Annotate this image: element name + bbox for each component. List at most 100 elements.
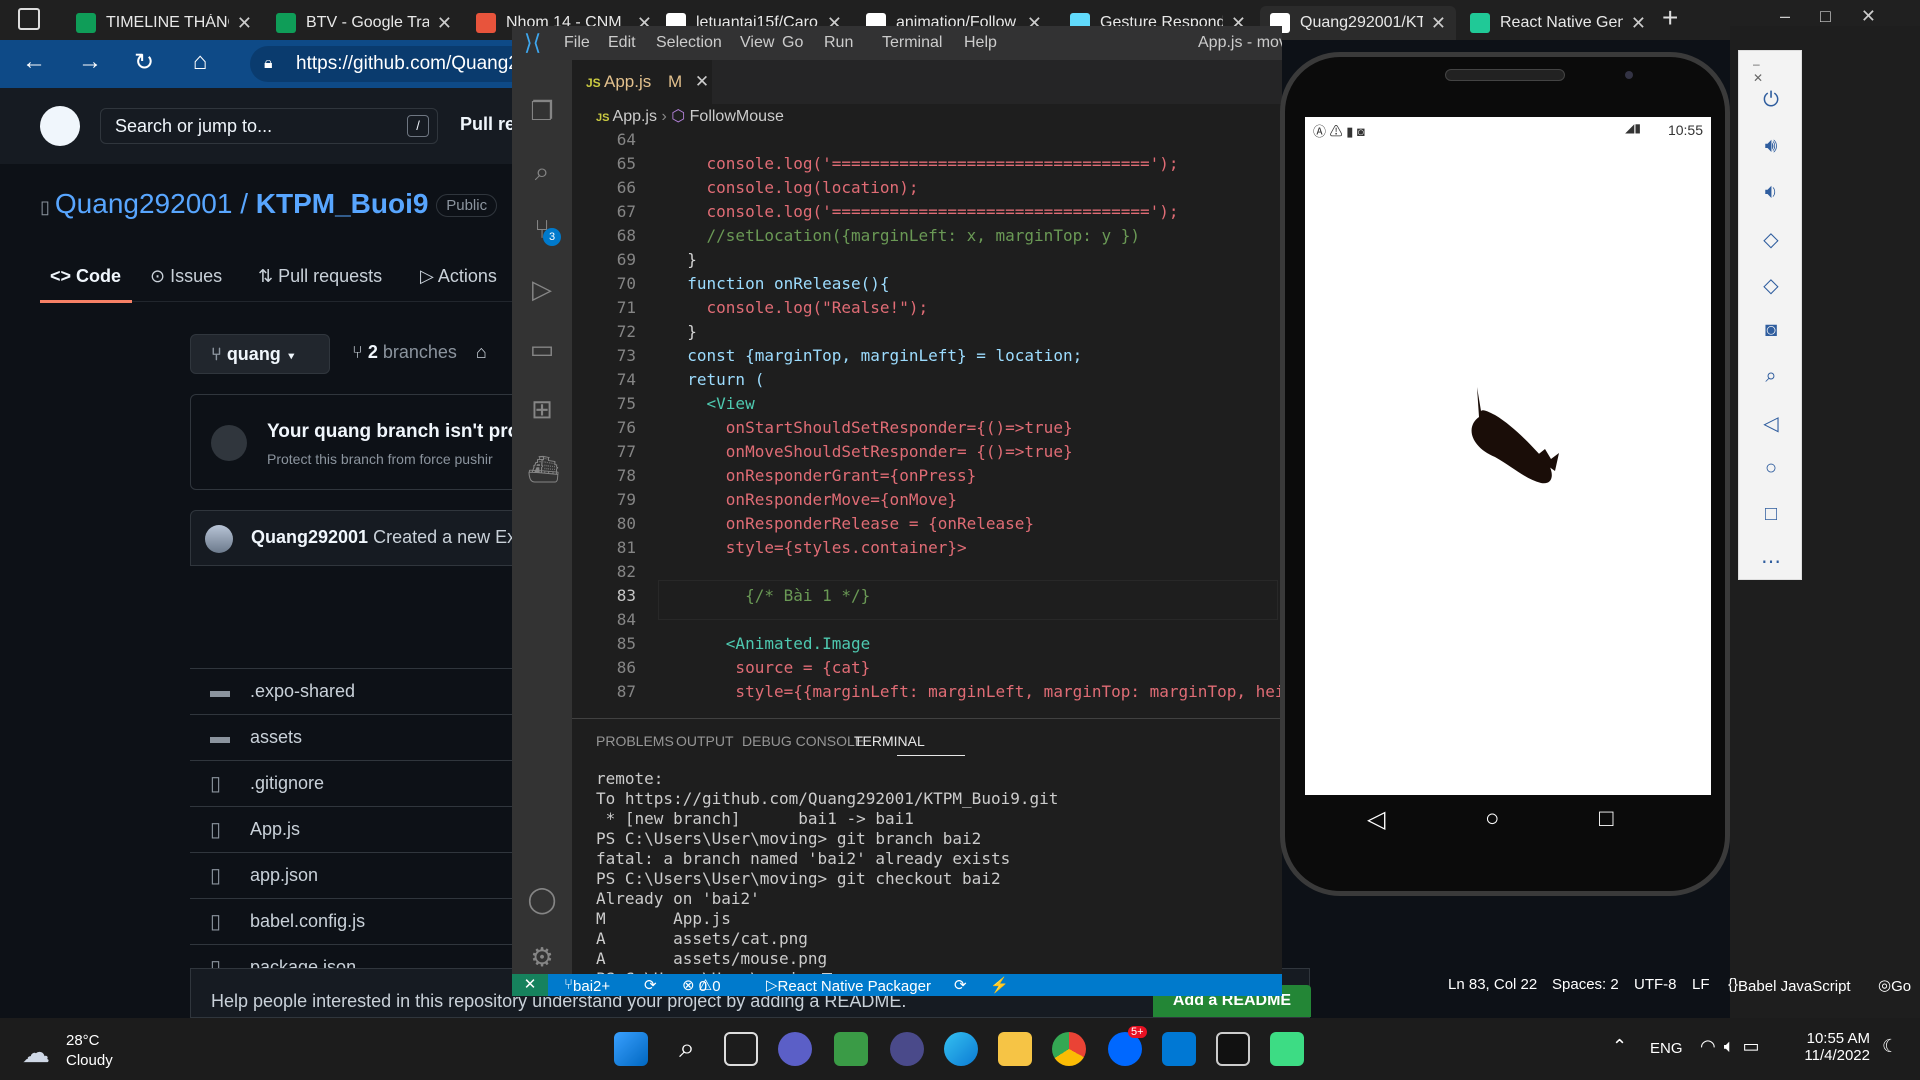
account-icon[interactable]: ◯ (527, 884, 557, 914)
panel-tab[interactable]: OUTPUT (676, 733, 734, 749)
start-icon[interactable] (614, 1032, 648, 1066)
app-icon[interactable] (834, 1032, 868, 1066)
file-row[interactable]: ▯ .gitignore (190, 760, 520, 806)
nav-recents-icon[interactable]: □ (1599, 805, 1614, 833)
packager-status[interactable]: ▷ React Native Packager (766, 976, 931, 995)
encoding[interactable]: UTF-8 (1634, 976, 1677, 993)
go-live[interactable]: ◎ Go (1878, 976, 1911, 995)
refresh-icon[interactable]: ⟳ (954, 976, 967, 994)
remote-explorer-icon[interactable]: ▭ (527, 334, 557, 364)
file-row[interactable]: ▯ babel.config.js (190, 898, 520, 944)
browser-tab[interactable]: BTV - Google Trar ✕ (266, 6, 462, 40)
explorer-icon[interactable]: ❐ (527, 96, 557, 126)
edge-icon[interactable] (944, 1032, 978, 1066)
address-bar[interactable]: 🔒︎ https://github.com/Quang29 (250, 46, 550, 82)
back-icon[interactable]: ← (18, 48, 50, 76)
file-row[interactable]: ▯ App.js (190, 806, 520, 852)
branch-selector[interactable]: ⑂ quang ▾ (190, 334, 330, 374)
close-tab-icon[interactable]: ✕ (695, 72, 709, 91)
vscode-icon[interactable] (1162, 1032, 1196, 1066)
tab-code[interactable]: <> Code (50, 266, 121, 287)
pull-requests-link[interactable]: Pull re (460, 114, 515, 135)
panel-tab[interactable]: TERMINAL (854, 733, 925, 749)
forward-icon[interactable]: → (74, 48, 106, 76)
panel-tab[interactable]: DEBUG CONSOLE (742, 733, 864, 749)
clock[interactable]: 10:55 AM 11/4/2022 (1800, 1030, 1870, 1064)
home-icon[interactable]: ○ (1759, 457, 1783, 481)
tray-chevron-icon[interactable]: ⌃ (1612, 1036, 1627, 1057)
refresh-icon[interactable]: ↻ (128, 48, 160, 77)
file-row[interactable]: ▬ .expo-shared (190, 668, 520, 714)
device-screen[interactable]: Ⓐ ⚠ ▮ ◙ ◢▮ 10:55 ◁ ○ □ (1305, 117, 1711, 833)
browser-tab[interactable]: React Native Gen ✕ (1460, 6, 1656, 40)
extensions-icon[interactable]: ⊞ (527, 394, 557, 424)
github-logo-icon[interactable] (40, 106, 80, 146)
more-icon[interactable]: ⋯ (1759, 549, 1783, 573)
menu-item[interactable]: Go (782, 34, 803, 52)
language-mode[interactable]: {} Babel JavaScript (1728, 976, 1851, 995)
overview-icon[interactable]: □ (1759, 503, 1783, 527)
terminal-icon[interactable] (1216, 1032, 1250, 1066)
menu-item[interactable]: Selection (656, 34, 722, 52)
menu-item[interactable]: View (740, 34, 774, 52)
source-control-icon[interactable]: ⑂ 3 (527, 214, 561, 246)
teams-chat-icon[interactable] (778, 1032, 812, 1066)
browser-tab[interactable]: TIMELINE THÁNG ✕ (66, 6, 262, 40)
breadcrumb-symbol[interactable]: FollowMouse (690, 108, 784, 125)
power-icon[interactable]: ⏻ (1759, 89, 1783, 113)
breadcrumb-file[interactable]: App.js (613, 108, 657, 125)
docker-icon[interactable]: ⛴ (527, 454, 560, 484)
close-tab-icon[interactable]: ✕ (1431, 13, 1446, 34)
back-icon[interactable]: ◁ (1759, 411, 1783, 435)
settings-gear-icon[interactable]: ⚙ (527, 942, 557, 972)
volume-down-icon[interactable]: 🔉︎ (1759, 181, 1783, 205)
file-row[interactable]: ▬ assets (190, 714, 520, 760)
eol[interactable]: LF (1692, 976, 1710, 993)
rotate-right-icon[interactable]: ◇ (1759, 273, 1783, 297)
cat-image[interactable] (1455, 387, 1565, 497)
close-tab-icon[interactable]: ✕ (237, 13, 252, 34)
notification-icon[interactable]: ☾ (1882, 1036, 1898, 1057)
code-editor[interactable]: 64 65 console.log('======================… (572, 130, 1282, 718)
file-explorer-icon[interactable] (998, 1032, 1032, 1066)
remote-indicator[interactable]: ✕ (512, 974, 548, 996)
camera-icon[interactable]: ◙ (1759, 319, 1783, 343)
cursor-position[interactable]: Ln 83, Col 22 (1448, 976, 1537, 993)
weather-widget[interactable]: ☁ 28°C Cloudy (22, 1030, 182, 1070)
commit-author[interactable]: Quang292001 (251, 527, 368, 547)
new-tab-button[interactable]: + (1662, 2, 1678, 34)
zoom-icon[interactable]: ⌕ (1759, 365, 1783, 389)
terminal-output[interactable]: remote: To https://github.com/Quang292001… (596, 769, 1058, 991)
repo-owner-link[interactable]: Quang292001 (55, 188, 233, 219)
editor-tab-app-js[interactable]: JS App.js M ✕ (572, 60, 712, 104)
menu-item[interactable]: Terminal (882, 34, 942, 52)
emulator-icon[interactable] (1270, 1032, 1304, 1066)
file-row[interactable]: ▯ app.json (190, 852, 520, 898)
search-input[interactable]: Search or jump to... / (100, 108, 438, 144)
panel-tab[interactable]: PROBLEMS (596, 733, 674, 749)
volume-up-icon[interactable]: 🔊︎ (1759, 135, 1783, 159)
browser-tab[interactable]: Quang292001/KT ✕ (1260, 6, 1456, 40)
tab-actions[interactable]: ▷ Actions (420, 266, 497, 287)
run-debug-icon[interactable]: ▷ (527, 274, 557, 304)
menu-item[interactable]: Edit (608, 34, 636, 52)
repo-name-link[interactable]: KTPM_Buoi9 (256, 188, 429, 219)
tab-pull-requests[interactable]: ⇅ Pull requests (258, 266, 382, 287)
home-icon[interactable]: ⌂ (184, 48, 216, 76)
tray-icons[interactable]: ◠🔈︎▭ (1700, 1036, 1768, 1057)
git-branch-status[interactable]: ⑂ bai2+ (564, 976, 610, 995)
emulator-window-controls[interactable]: –✕ (1753, 57, 1801, 85)
menu-item[interactable]: File (564, 34, 590, 52)
rotate-left-icon[interactable]: ◇ (1759, 227, 1783, 251)
branches-link[interactable]: ⑂ 2 branches ⌂ (352, 342, 487, 363)
close-tab-icon[interactable]: ✕ (1631, 13, 1646, 34)
sync-icon[interactable]: ⟳ (644, 976, 657, 994)
problems-status[interactable]: ⊗ 0 ⚠ 0 (682, 976, 721, 995)
tab-issues[interactable]: ⊙ Issues (150, 266, 222, 287)
language-indicator[interactable]: ENG (1650, 1040, 1683, 1057)
vpn-icon[interactable] (890, 1032, 924, 1066)
close-tab-icon[interactable]: ✕ (437, 13, 452, 34)
menu-item[interactable]: Run (824, 34, 853, 52)
search-icon[interactable]: ⌕ (670, 1032, 704, 1066)
chrome-icon[interactable] (1052, 1032, 1086, 1066)
